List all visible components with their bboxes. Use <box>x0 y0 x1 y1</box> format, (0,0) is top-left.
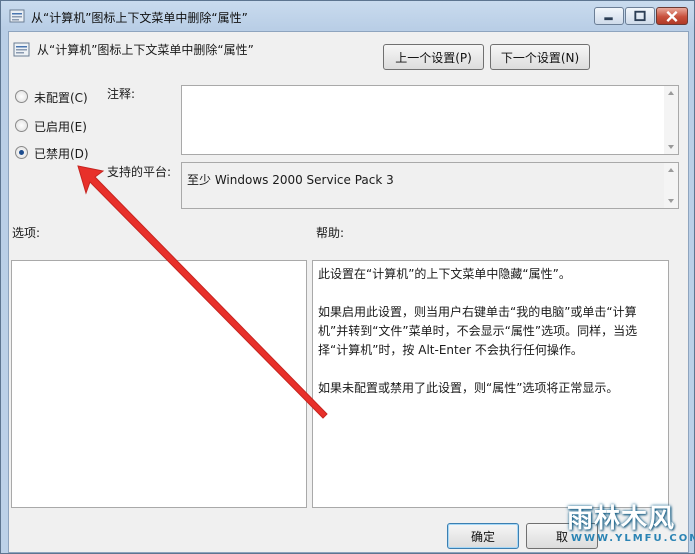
watermark-text: 雨林木风 <box>567 504 676 534</box>
watermark-url: WWW.YLMFU.COM <box>571 533 695 544</box>
help-paragraph: 如果未配置或禁用了此设置，则“属性”选项将正常显示。 <box>318 381 619 395</box>
policy-dialog-window: 从“计算机”图标上下文菜单中删除“属性” 从“计算机”图标上下文菜单中删除“属性… <box>0 0 695 554</box>
help-panel: 此设置在“计算机”的上下文菜单中隐藏“属性”。 如果启用此设置，则当用户右键单击… <box>312 260 669 508</box>
maximize-button[interactable] <box>625 7 655 25</box>
comment-textarea[interactable] <box>181 85 679 155</box>
supported-platform-label: 支持的平台: <box>107 165 172 179</box>
options-panel <box>11 260 307 508</box>
dialog-client-area: 从“计算机”图标上下文菜单中删除“属性” 上一个设置(P) 下一个设置(N) 未… <box>8 31 689 553</box>
title-bar[interactable]: 从“计算机”图标上下文菜单中删除“属性” <box>1 1 694 31</box>
help-paragraph: 如果启用此设置，则当用户右键单击“我的电脑”或单击“计算机”并转到“文件”菜单时… <box>318 305 638 357</box>
policy-title: 从“计算机”图标上下文菜单中删除“属性” <box>37 43 254 57</box>
help-label: 帮助: <box>316 226 345 240</box>
radio-circle <box>15 119 28 132</box>
scroll-down-icon[interactable] <box>668 199 674 203</box>
help-paragraph: 此设置在“计算机”的上下文菜单中隐藏“属性”。 <box>318 267 571 281</box>
window-title: 从“计算机”图标上下文菜单中删除“属性” <box>31 11 248 25</box>
supported-platform-field: 至少 Windows 2000 Service Pack 3 <box>181 162 679 209</box>
minimize-button[interactable] <box>594 7 624 25</box>
scroll-down-icon[interactable] <box>668 145 674 149</box>
policy-setting-icon <box>13 42 30 57</box>
previous-setting-button[interactable]: 上一个设置(P) <box>383 44 484 70</box>
scroll-up-icon[interactable] <box>668 168 674 172</box>
policy-icon <box>9 9 25 23</box>
close-icon <box>666 10 678 22</box>
options-label: 选项: <box>12 226 41 240</box>
close-button[interactable] <box>656 7 688 25</box>
watermark-logo: 雨林木风 WWW.YLMFU.COM <box>557 488 695 552</box>
help-text: 此设置在“计算机”的上下文菜单中隐藏“属性”。 如果启用此设置，则当用户右键单击… <box>318 265 658 417</box>
platform-scrollbar[interactable] <box>664 163 678 208</box>
comment-scrollbar[interactable] <box>664 86 678 154</box>
comment-label: 注释: <box>107 87 136 101</box>
radio-label: 已启用(E) <box>34 120 87 134</box>
minimize-icon <box>604 17 613 21</box>
supported-platform-value: 至少 Windows 2000 Service Pack 3 <box>187 173 394 187</box>
scroll-up-icon[interactable] <box>668 91 674 95</box>
radio-circle <box>15 90 28 103</box>
next-setting-button[interactable]: 下一个设置(N) <box>490 44 590 70</box>
maximize-icon <box>634 10 646 22</box>
ok-button[interactable]: 确定 <box>447 523 519 549</box>
radio-label: 未配置(C) <box>34 91 88 105</box>
radio-label: 已禁用(D) <box>34 147 89 161</box>
radio-circle-selected <box>15 146 28 159</box>
